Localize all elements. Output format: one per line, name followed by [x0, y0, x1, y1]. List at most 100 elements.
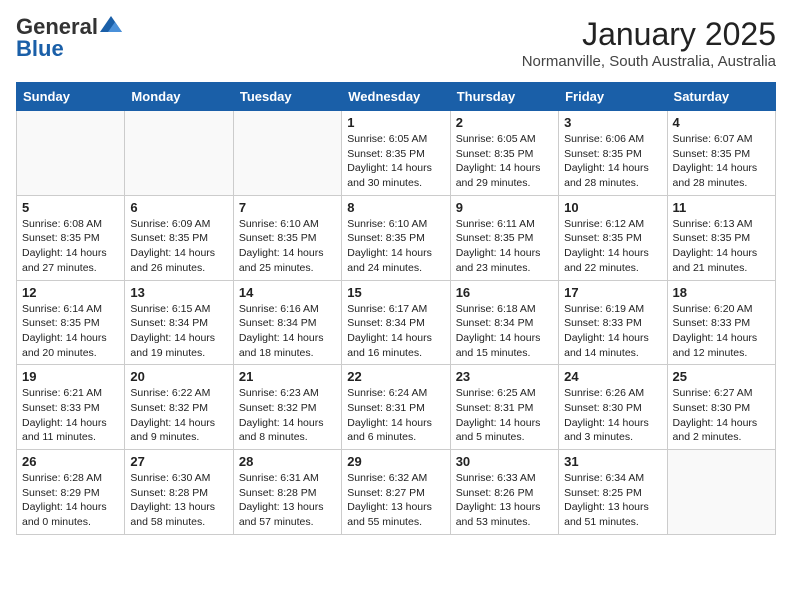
- day-info: Sunrise: 6:10 AMSunset: 8:35 PMDaylight:…: [347, 217, 444, 276]
- day-info: Sunrise: 6:21 AMSunset: 8:33 PMDaylight:…: [22, 386, 119, 445]
- day-info: Sunrise: 6:30 AMSunset: 8:28 PMDaylight:…: [130, 471, 227, 530]
- day-info: Sunrise: 6:18 AMSunset: 8:34 PMDaylight:…: [456, 302, 553, 361]
- day-info: Sunrise: 6:17 AMSunset: 8:34 PMDaylight:…: [347, 302, 444, 361]
- day-number: 18: [673, 285, 770, 300]
- calendar-cell: 26 Sunrise: 6:28 AMSunset: 8:29 PMDayligh…: [17, 450, 125, 535]
- calendar-cell: 13 Sunrise: 6:15 AMSunset: 8:34 PMDayligh…: [125, 280, 233, 365]
- day-number: 1: [347, 115, 444, 130]
- day-number: 3: [564, 115, 661, 130]
- calendar-cell: 14 Sunrise: 6:16 AMSunset: 8:34 PMDayligh…: [233, 280, 341, 365]
- day-number: 6: [130, 200, 227, 215]
- day-number: 30: [456, 454, 553, 469]
- day-info: Sunrise: 6:05 AMSunset: 8:35 PMDaylight:…: [347, 132, 444, 191]
- day-number: 8: [347, 200, 444, 215]
- calendar-cell: [125, 111, 233, 196]
- calendar-cell: 19 Sunrise: 6:21 AMSunset: 8:33 PMDayligh…: [17, 365, 125, 450]
- calendar-cell: 23 Sunrise: 6:25 AMSunset: 8:31 PMDayligh…: [450, 365, 558, 450]
- weekday-header: Saturday: [667, 83, 775, 111]
- calendar-cell: 17Sunrise: 6:19 AMSunset: 8:33 PMDayligh…: [559, 280, 667, 365]
- calendar-cell: 15 Sunrise: 6:17 AMSunset: 8:34 PMDayligh…: [342, 280, 450, 365]
- calendar-cell: 11 Sunrise: 6:13 AMSunset: 8:35 PMDayligh…: [667, 195, 775, 280]
- day-info: Sunrise: 6:22 AMSunset: 8:32 PMDaylight:…: [130, 386, 227, 445]
- weekday-header: Tuesday: [233, 83, 341, 111]
- calendar-header-row: SundayMondayTuesdayWednesdayThursdayFrid…: [17, 83, 776, 111]
- calendar-cell: 4 Sunrise: 6:07 AMSunset: 8:35 PMDaylight…: [667, 111, 775, 196]
- weekday-header: Friday: [559, 83, 667, 111]
- day-info: Sunrise: 6:06 AMSunset: 8:35 PMDaylight:…: [564, 132, 661, 191]
- calendar-cell: 29 Sunrise: 6:32 AMSunset: 8:27 PMDayligh…: [342, 450, 450, 535]
- calendar-cell: 12 Sunrise: 6:14 AMSunset: 8:35 PMDayligh…: [17, 280, 125, 365]
- day-info: Sunrise: 6:31 AMSunset: 8:28 PMDaylight:…: [239, 471, 336, 530]
- calendar-cell: 2 Sunrise: 6:05 AMSunset: 8:35 PMDaylight…: [450, 111, 558, 196]
- calendar-cell: 31Sunrise: 6:34 AMSunset: 8:25 PMDayligh…: [559, 450, 667, 535]
- title-block: January 2025 Normanville, South Australi…: [522, 16, 776, 70]
- day-info: Sunrise: 6:28 AMSunset: 8:29 PMDaylight:…: [22, 471, 119, 530]
- day-number: 14: [239, 285, 336, 300]
- calendar-cell: 8 Sunrise: 6:10 AMSunset: 8:35 PMDaylight…: [342, 195, 450, 280]
- day-number: 20: [130, 369, 227, 384]
- calendar-cell: 22 Sunrise: 6:24 AMSunset: 8:31 PMDayligh…: [342, 365, 450, 450]
- calendar-cell: 25Sunrise: 6:27 AMSunset: 8:30 PMDayligh…: [667, 365, 775, 450]
- day-number: 12: [22, 285, 119, 300]
- day-info: Sunrise: 6:10 AMSunset: 8:35 PMDaylight:…: [239, 217, 336, 276]
- calendar-cell: [667, 450, 775, 535]
- location-title: Normanville, South Australia, Australia: [522, 53, 776, 70]
- day-info: Sunrise: 6:26 AMSunset: 8:30 PMDaylight:…: [564, 386, 661, 445]
- day-number: 5: [22, 200, 119, 215]
- day-number: 29: [347, 454, 444, 469]
- calendar-week-row: 19 Sunrise: 6:21 AMSunset: 8:33 PMDayligh…: [17, 365, 776, 450]
- calendar-cell: [233, 111, 341, 196]
- day-info: Sunrise: 6:24 AMSunset: 8:31 PMDaylight:…: [347, 386, 444, 445]
- day-number: 26: [22, 454, 119, 469]
- calendar-week-row: 1 Sunrise: 6:05 AMSunset: 8:35 PMDaylight…: [17, 111, 776, 196]
- day-info: Sunrise: 6:25 AMSunset: 8:31 PMDaylight:…: [456, 386, 553, 445]
- day-info: Sunrise: 6:19 AMSunset: 8:33 PMDaylight:…: [564, 302, 661, 361]
- day-number: 22: [347, 369, 444, 384]
- calendar-cell: 5 Sunrise: 6:08 AMSunset: 8:35 PMDaylight…: [17, 195, 125, 280]
- calendar-cell: 21Sunrise: 6:23 AMSunset: 8:32 PMDayligh…: [233, 365, 341, 450]
- day-number: 19: [22, 369, 119, 384]
- day-number: 11: [673, 200, 770, 215]
- weekday-header: Sunday: [17, 83, 125, 111]
- month-title: January 2025: [522, 16, 776, 53]
- logo: General Blue: [16, 16, 122, 61]
- calendar-cell: 16Sunrise: 6:18 AMSunset: 8:34 PMDayligh…: [450, 280, 558, 365]
- day-info: Sunrise: 6:32 AMSunset: 8:27 PMDaylight:…: [347, 471, 444, 530]
- logo-icon: [100, 16, 122, 34]
- day-number: 24: [564, 369, 661, 384]
- day-number: 23: [456, 369, 553, 384]
- calendar-cell: 28Sunrise: 6:31 AMSunset: 8:28 PMDayligh…: [233, 450, 341, 535]
- calendar-cell: 10Sunrise: 6:12 AMSunset: 8:35 PMDayligh…: [559, 195, 667, 280]
- weekday-header: Wednesday: [342, 83, 450, 111]
- day-number: 13: [130, 285, 227, 300]
- calendar-cell: 24 Sunrise: 6:26 AMSunset: 8:30 PMDayligh…: [559, 365, 667, 450]
- calendar-week-row: 5 Sunrise: 6:08 AMSunset: 8:35 PMDaylight…: [17, 195, 776, 280]
- weekday-header: Thursday: [450, 83, 558, 111]
- day-info: Sunrise: 6:16 AMSunset: 8:34 PMDaylight:…: [239, 302, 336, 361]
- calendar-cell: 7 Sunrise: 6:10 AMSunset: 8:35 PMDaylight…: [233, 195, 341, 280]
- calendar-cell: 20 Sunrise: 6:22 AMSunset: 8:32 PMDayligh…: [125, 365, 233, 450]
- calendar-cell: 9Sunrise: 6:11 AMSunset: 8:35 PMDaylight…: [450, 195, 558, 280]
- day-number: 7: [239, 200, 336, 215]
- page-header: General Blue January 2025 Normanville, S…: [16, 16, 776, 70]
- day-info: Sunrise: 6:20 AMSunset: 8:33 PMDaylight:…: [673, 302, 770, 361]
- day-info: Sunrise: 6:09 AMSunset: 8:35 PMDaylight:…: [130, 217, 227, 276]
- day-info: Sunrise: 6:05 AMSunset: 8:35 PMDaylight:…: [456, 132, 553, 191]
- day-info: Sunrise: 6:13 AMSunset: 8:35 PMDaylight:…: [673, 217, 770, 276]
- day-number: 4: [673, 115, 770, 130]
- calendar-week-row: 26 Sunrise: 6:28 AMSunset: 8:29 PMDayligh…: [17, 450, 776, 535]
- calendar-cell: [17, 111, 125, 196]
- day-info: Sunrise: 6:27 AMSunset: 8:30 PMDaylight:…: [673, 386, 770, 445]
- day-info: Sunrise: 6:33 AMSunset: 8:26 PMDaylight:…: [456, 471, 553, 530]
- day-number: 9: [456, 200, 553, 215]
- day-info: Sunrise: 6:08 AMSunset: 8:35 PMDaylight:…: [22, 217, 119, 276]
- day-number: 15: [347, 285, 444, 300]
- calendar-week-row: 12 Sunrise: 6:14 AMSunset: 8:35 PMDayligh…: [17, 280, 776, 365]
- day-info: Sunrise: 6:14 AMSunset: 8:35 PMDaylight:…: [22, 302, 119, 361]
- day-number: 2: [456, 115, 553, 130]
- calendar-cell: 27Sunrise: 6:30 AMSunset: 8:28 PMDayligh…: [125, 450, 233, 535]
- day-number: 31: [564, 454, 661, 469]
- day-info: Sunrise: 6:15 AMSunset: 8:34 PMDaylight:…: [130, 302, 227, 361]
- day-info: Sunrise: 6:07 AMSunset: 8:35 PMDaylight:…: [673, 132, 770, 191]
- day-number: 21: [239, 369, 336, 384]
